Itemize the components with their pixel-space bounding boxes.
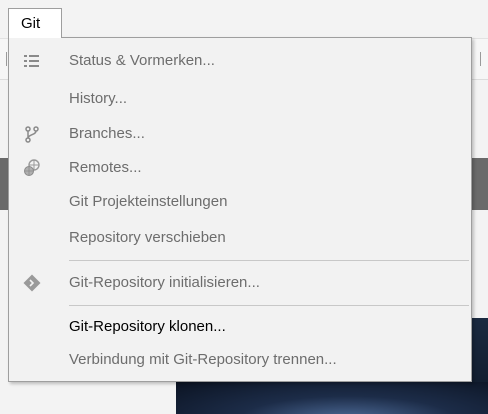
menu-item-label: Git-Repository initialisieren... — [69, 274, 260, 291]
menu-item-label: Git-Repository klonen... — [69, 318, 226, 335]
toolbar-separator — [6, 52, 7, 66]
menu-item-label: Git Projekteinstellungen — [69, 193, 228, 210]
branch-icon — [23, 125, 41, 143]
menu-item-label: Status & Vormerken... — [69, 52, 215, 69]
menu-item-label: Remotes... — [69, 159, 142, 176]
background-panel — [0, 158, 8, 210]
toolbar-separator — [480, 52, 481, 66]
menu-item-disconnect-repository[interactable]: Verbindung mit Git-Repository trennen... — [9, 345, 471, 375]
menu-item-clone-repository[interactable]: Git-Repository klonen... — [9, 312, 471, 342]
remote-icon — [23, 159, 41, 177]
menu-item-label: Repository verschieben — [69, 229, 226, 246]
menu-item-remotes[interactable]: Remotes... — [9, 153, 471, 183]
menubar-item-git[interactable]: Git — [8, 8, 62, 38]
menu-item-branches[interactable]: Branches... — [9, 119, 471, 149]
menu-item-init-repository[interactable]: Git-Repository initialisieren... — [9, 268, 471, 298]
background-area — [0, 382, 176, 414]
list-icon — [23, 52, 41, 70]
menu-separator — [69, 305, 469, 306]
git-dropdown-menu: Status & Vormerken... History... Branche… — [8, 37, 472, 382]
menu-item-label: History... — [69, 90, 128, 107]
git-diamond-icon — [23, 274, 41, 292]
background-image — [176, 382, 488, 414]
menu-item-project-settings[interactable]: Git Projekteinstellungen — [9, 187, 471, 217]
menu-item-label: Verbindung mit Git-Repository trennen... — [69, 351, 337, 368]
menu-separator — [69, 260, 469, 261]
menu-item-move-repository[interactable]: Repository verschieben — [9, 223, 471, 253]
menu-item-status[interactable]: Status & Vormerken... — [9, 46, 471, 76]
menu-item-label: Branches... — [69, 125, 145, 142]
background-panel — [470, 158, 488, 210]
menu-item-history[interactable]: History... — [9, 84, 471, 114]
app-window: Git Status & Vormerken... History... Bra… — [0, 0, 488, 414]
